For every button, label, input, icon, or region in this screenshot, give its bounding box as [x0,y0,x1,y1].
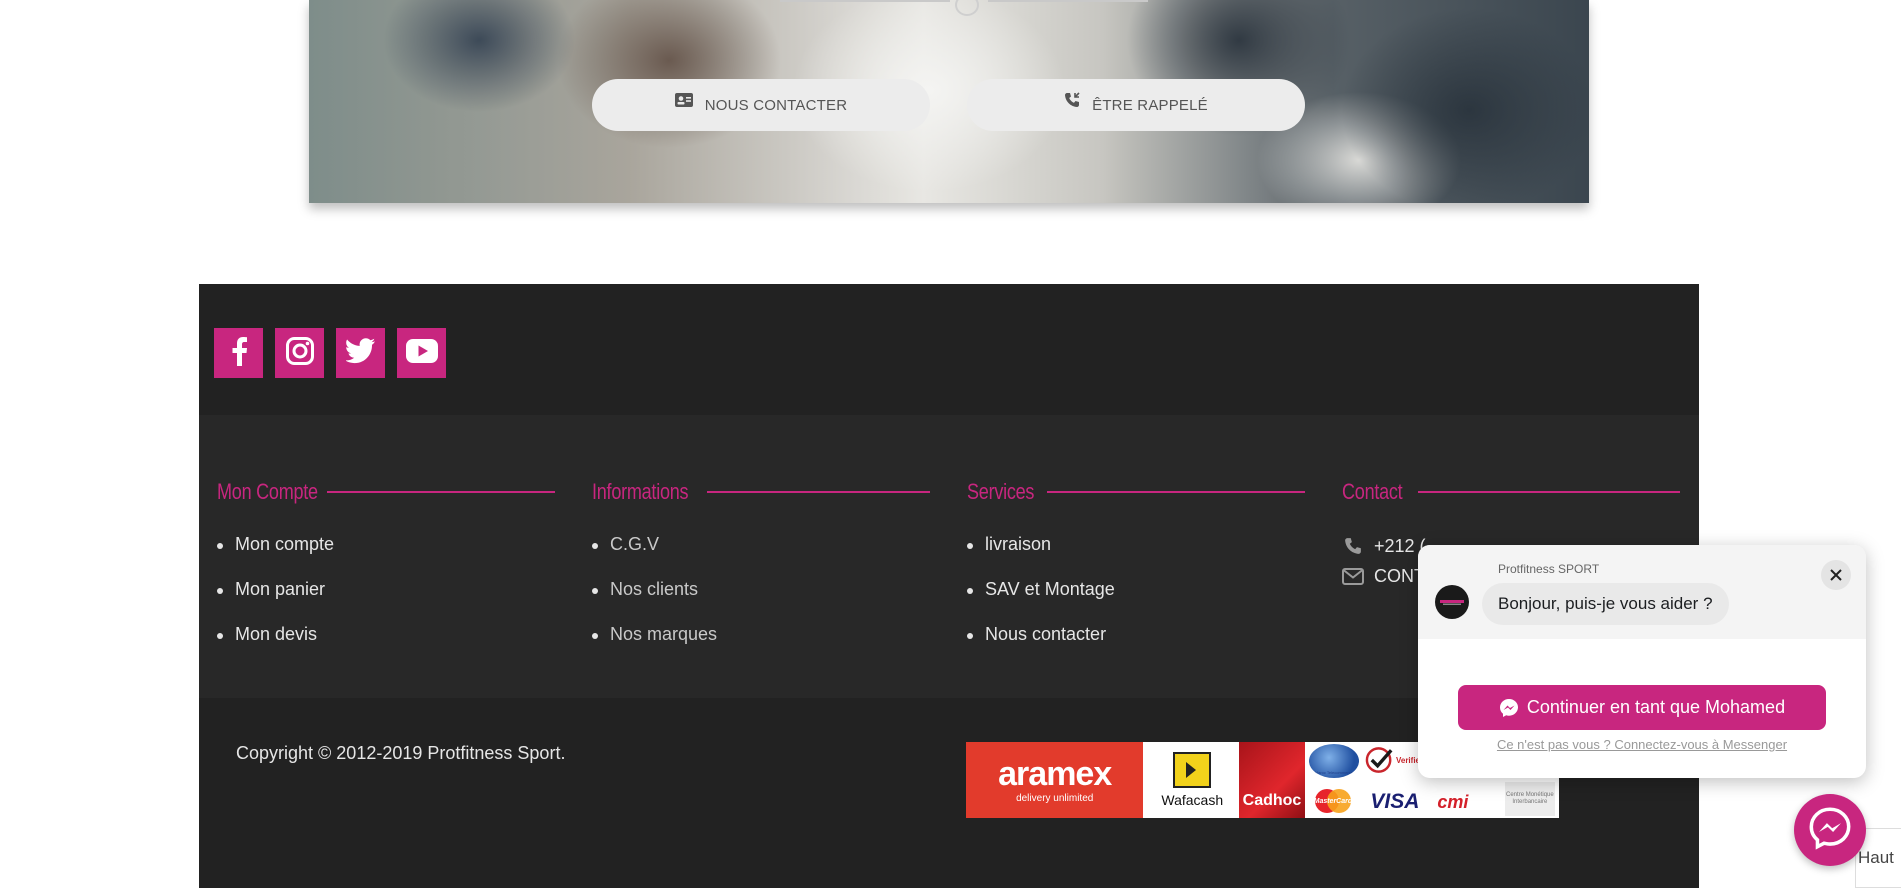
cadhoc-logo: Cadhoc [1239,742,1305,818]
copyright-text: Copyright © 2012-2019 Protfitness Sport. [236,743,566,763]
instagram-icon [285,336,315,370]
youtube-link[interactable] [397,328,446,378]
footer-col-services: Services livraison SAV et Montage Nous c… [967,475,1305,668]
hero-divider-right [988,0,1148,2]
social-links [214,328,446,378]
twitter-icon [344,338,376,368]
login-messenger-link[interactable]: Ce n'est pas vous ? Connectez-vous à Mes… [1418,737,1866,752]
footer-link[interactable]: Mon devis [217,623,555,668]
title-rule [1418,491,1680,493]
footer-col-title: Contact [1342,479,1403,504]
contact-us-label: NOUS CONTACTER [704,96,848,114]
footer-col-title: Services [967,479,1035,504]
contact-card-icon [674,93,693,111]
visa-logo: VISA [1370,790,1420,813]
chat-greeting-bubble: Bonjour, puis-je vous aider ? [1482,583,1729,625]
footer-link[interactable]: Nos clients [592,578,930,623]
messenger-launcher-button[interactable] [1794,794,1866,866]
title-rule [1047,491,1305,493]
hero-banner: NOUS CONTACTER ÊTRE RAPPELÉ [309,0,1589,203]
phone-icon [1342,537,1364,555]
twitter-link[interactable] [336,328,385,378]
footer-link[interactable]: Nous contacter [967,623,1305,668]
footer-col-title: Mon Compte [217,479,318,504]
title-rule [327,491,555,493]
footer-link[interactable]: Nos marques [592,623,930,668]
hero-divider-left [780,0,950,2]
title-rule [707,491,930,493]
envelope-icon [1342,567,1364,585]
footer-col-informations: Informations C.G.V Nos clients Nos marqu… [592,475,930,668]
footer-link[interactable]: livraison [967,533,1305,578]
contact-us-button[interactable]: NOUS CONTACTER [592,79,930,131]
chat-close-button[interactable] [1821,560,1851,590]
messenger-icon [1808,806,1852,854]
footer-col-title: Informations [592,479,689,504]
footer-link[interactable]: C.G.V [592,533,930,578]
maroc-telecommerce-logo: Maroc Telecommerce [1308,744,1359,778]
messenger-chat-popup: Protfitness SPORT Bonjour, puis-je vous … [1418,545,1866,778]
messenger-icon [1499,698,1519,718]
footer-link[interactable]: Mon panier [217,578,555,623]
mastercard-logo: MasterCard [1311,788,1355,814]
continue-as-label: Continuer en tant que Mohamed [1526,697,1786,717]
aramex-logo: aramex delivery unlimited [966,742,1144,818]
callback-button[interactable]: ÊTRE RAPPELÉ [967,79,1305,131]
wafacash-logo: Wafacash [1143,742,1240,818]
footer-col-account: Mon Compte Mon compte Mon panier Mon dev… [217,475,555,668]
facebook-link[interactable] [214,328,263,378]
verified-logo: Verified [1365,744,1425,776]
page-avatar [1435,585,1469,619]
footer-link[interactable]: Mon compte [217,533,555,578]
facebook-icon [230,336,248,370]
youtube-icon [405,339,438,367]
centre-monetique-logo: Centre Monétique Interbancaire [1504,782,1555,816]
cmi-logo: cmi [1437,791,1469,812]
hero-emblem-icon [955,0,979,16]
callback-label: ÊTRE RAPPELÉ [1092,96,1208,114]
continue-as-button[interactable]: Continuer en tant que Mohamed [1458,685,1826,730]
phone-callback-icon [1064,92,1080,112]
close-icon [1830,566,1842,585]
instagram-link[interactable] [275,328,324,378]
chat-page-name: Protfitness SPORT [1498,562,1600,576]
footer-link[interactable]: SAV et Montage [967,578,1305,623]
